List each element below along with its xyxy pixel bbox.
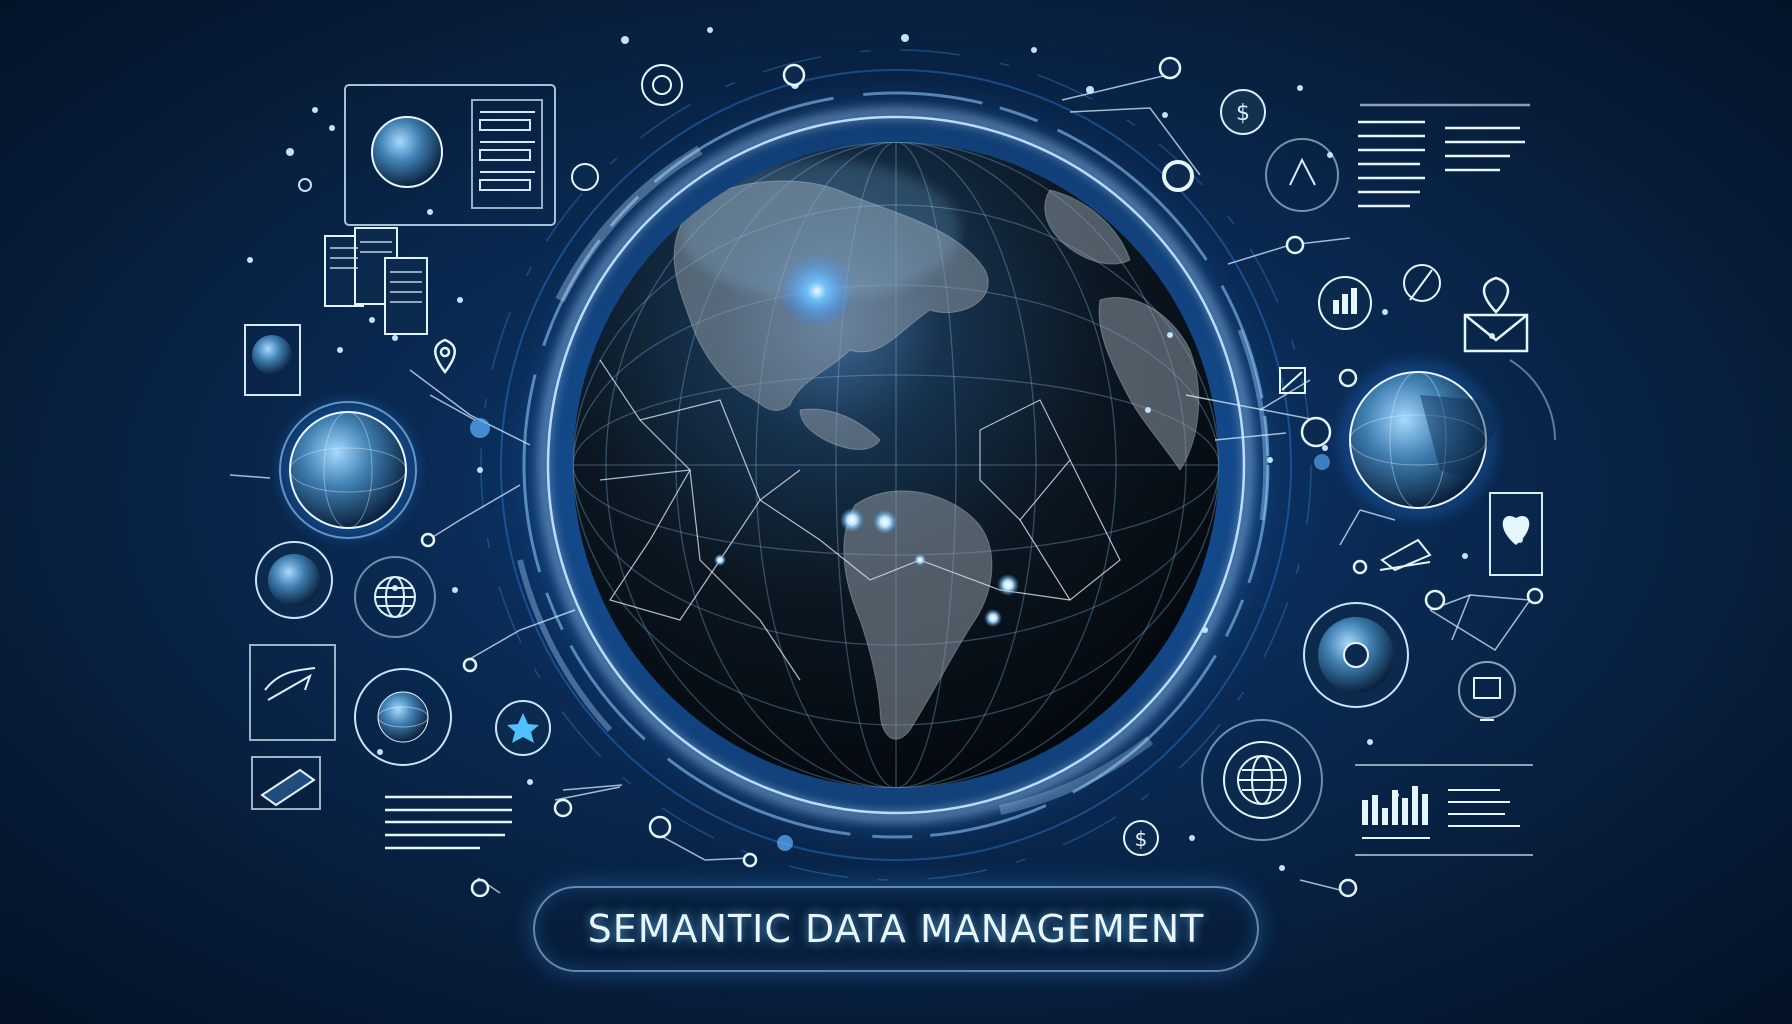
earth-globe bbox=[536, 105, 1256, 825]
hero-illustration: $ $ bbox=[0, 0, 1792, 1024]
svg-text:$: $ bbox=[1135, 827, 1148, 851]
dollar-coin-icon: $ bbox=[1220, 89, 1266, 135]
disc-icon bbox=[1303, 602, 1409, 708]
dollar-icon: $ bbox=[1123, 820, 1159, 856]
circle-icon-left-1 bbox=[255, 541, 333, 619]
title-banner: SEMANTIC DATA MANAGEMENT bbox=[533, 886, 1259, 972]
bar-chart-icon bbox=[1318, 276, 1372, 330]
chat-icon bbox=[571, 163, 599, 191]
star-icon bbox=[495, 700, 551, 756]
globe-icon-left bbox=[278, 400, 418, 540]
svg-text:$: $ bbox=[1236, 101, 1250, 126]
page-title: SEMANTIC DATA MANAGEMENT bbox=[587, 907, 1205, 951]
